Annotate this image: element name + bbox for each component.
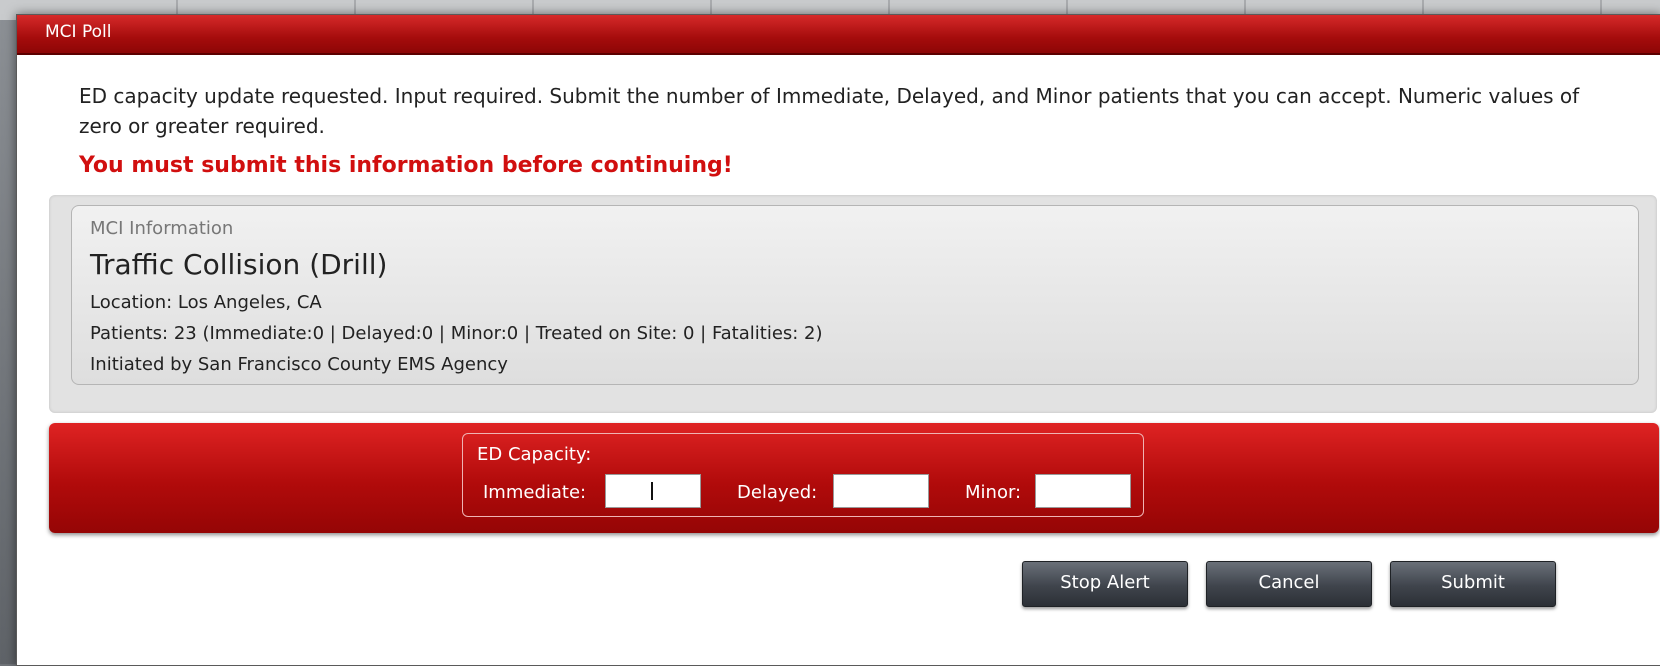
immediate-label: Immediate: [483,482,587,503]
mci-location: Location: Los Angeles, CA [90,292,322,313]
submit-button[interactable]: Submit [1390,561,1556,607]
immediate-input[interactable] [605,474,701,508]
cancel-button[interactable]: Cancel [1206,561,1372,607]
minor-input[interactable] [1035,474,1131,508]
stop-alert-button[interactable]: Stop Alert [1022,561,1188,607]
mci-initiated-by: Initiated by San Francisco County EMS Ag… [90,354,508,375]
mci-patients: Patients: 23 (Immediate:0 | Delayed:0 | … [90,323,823,344]
instructions-text: ED capacity update requested. Input requ… [79,84,1580,138]
mci-poll-dialog: MCI Poll ED capacity update requested. I… [16,14,1660,666]
mci-title: Traffic Collision (Drill) [90,248,388,281]
mci-information-heading: MCI Information [90,218,234,239]
ed-capacity-title: ED Capacity: [477,444,592,465]
dialog-title: MCI Poll [17,15,1660,55]
ed-capacity-panel: ED Capacity: Immediate: Delayed: Minor: [49,423,1659,533]
mci-information-card: MCI Information Traffic Collision (Drill… [71,205,1639,385]
warning-text: You must submit this information before … [79,153,733,178]
mci-information-panel: MCI Information Traffic Collision (Drill… [49,195,1657,413]
delayed-input[interactable] [833,474,929,508]
ed-capacity-group: ED Capacity: Immediate: Delayed: Minor: [462,433,1144,517]
minor-label: Minor: [965,482,1022,503]
delayed-label: Delayed: [737,482,818,503]
text-cursor [651,482,653,500]
